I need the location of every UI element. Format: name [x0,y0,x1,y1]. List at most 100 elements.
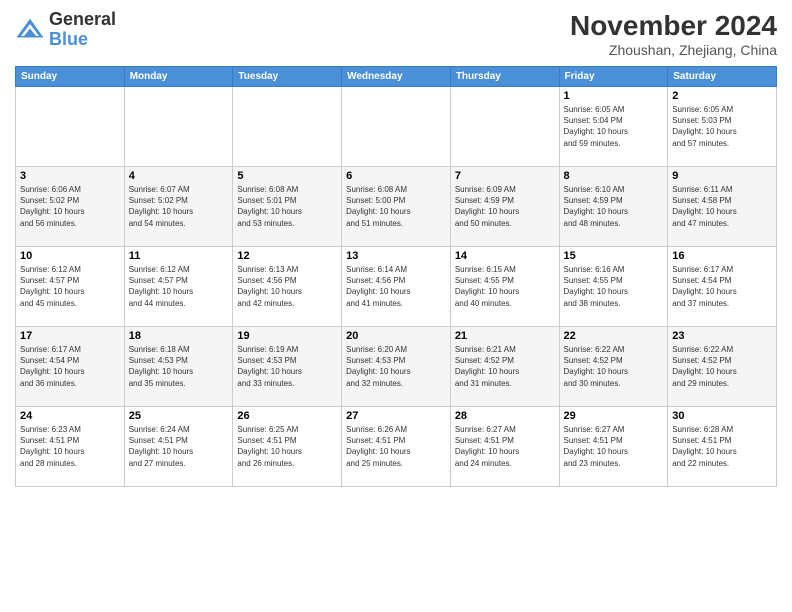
day-info: Sunrise: 6:26 AM Sunset: 4:51 PM Dayligh… [346,424,446,469]
day-number: 24 [20,410,120,422]
day-info: Sunrise: 6:17 AM Sunset: 4:54 PM Dayligh… [20,344,120,389]
day-number: 7 [455,170,555,182]
calendar-day-cell: 9 Sunrise: 6:11 AM Sunset: 4:58 PM Daylig… [668,167,777,247]
calendar-day-cell: 21Sunrise: 6:21 AM Sunset: 4:52 PM Dayli… [450,327,559,407]
day-number: 8 [564,170,664,182]
day-info: Sunrise: 6:18 AM Sunset: 4:53 PM Dayligh… [129,344,229,389]
day-number: 2 [672,90,772,102]
day-number: 10 [20,250,120,262]
calendar-day-cell: 20Sunrise: 6:20 AM Sunset: 4:53 PM Dayli… [342,327,451,407]
calendar-day-cell: 11 Sunrise: 6:12 AM Sunset: 4:57 PM Dayli… [124,247,233,327]
day-info: Sunrise: 6:22 AM Sunset: 4:52 PM Dayligh… [564,344,664,389]
weekday-header: Thursday [450,67,559,87]
calendar-week-row: 1 Sunrise: 6:05 AM Sunset: 5:04 PM Daylig… [16,87,777,167]
day-info: Sunrise: 6:17 AM Sunset: 4:54 PM Dayligh… [672,264,772,309]
day-number: 6 [346,170,446,182]
day-number: 27 [346,410,446,422]
day-info: Sunrise: 6:13 AM Sunset: 4:56 PM Dayligh… [237,264,337,309]
calendar-day-cell: 29Sunrise: 6:27 AM Sunset: 4:51 PM Dayli… [559,407,668,487]
day-number: 4 [129,170,229,182]
calendar-day-cell: 28 Sunrise: 6:27 AM Sunset: 4:51 PM Dayli… [450,407,559,487]
calendar-day-cell: 19 Sunrise: 6:19 AM Sunset: 4:53 PM Dayli… [233,327,342,407]
calendar-day-cell: 25 Sunrise: 6:24 AM Sunset: 4:51 PM Dayli… [124,407,233,487]
day-number: 15 [564,250,664,262]
weekday-header: Tuesday [233,67,342,87]
calendar-day-cell: 4 Sunrise: 6:07 AM Sunset: 5:02 PM Daylig… [124,167,233,247]
day-number: 5 [237,170,337,182]
calendar-day-cell [342,87,451,167]
day-info: Sunrise: 6:05 AM Sunset: 5:04 PM Dayligh… [564,104,664,149]
calendar-day-cell: 6 Sunrise: 6:08 AM Sunset: 5:00 PM Daylig… [342,167,451,247]
day-info: Sunrise: 6:12 AM Sunset: 4:57 PM Dayligh… [129,264,229,309]
day-info: Sunrise: 6:07 AM Sunset: 5:02 PM Dayligh… [129,184,229,229]
day-info: Sunrise: 6:12 AM Sunset: 4:57 PM Dayligh… [20,264,120,309]
day-info: Sunrise: 6:08 AM Sunset: 5:00 PM Dayligh… [346,184,446,229]
day-number: 30 [672,410,772,422]
day-info: Sunrise: 6:09 AM Sunset: 4:59 PM Dayligh… [455,184,555,229]
calendar-week-row: 3 Sunrise: 6:06 AM Sunset: 5:02 PM Daylig… [16,167,777,247]
day-info: Sunrise: 6:21 AM Sunset: 4:52 PM Dayligh… [455,344,555,389]
logo-blue: Blue [49,30,116,50]
logo-icon [15,15,45,45]
day-number: 25 [129,410,229,422]
calendar-day-cell: 23 Sunrise: 6:22 AM Sunset: 4:52 PM Dayli… [668,327,777,407]
weekday-header: Saturday [668,67,777,87]
location: Zhoushan, Zhejiang, China [570,42,777,58]
day-info: Sunrise: 6:06 AM Sunset: 5:02 PM Dayligh… [20,184,120,229]
calendar-day-cell: 10 Sunrise: 6:12 AM Sunset: 4:57 PM Dayli… [16,247,125,327]
calendar: SundayMondayTuesdayWednesdayThursdayFrid… [15,66,777,487]
main-container: General Blue November 2024 Zhoushan, Zhe… [0,0,792,612]
weekday-header: Friday [559,67,668,87]
day-number: 23 [672,330,772,342]
day-number: 18 [129,330,229,342]
day-number: 9 [672,170,772,182]
calendar-day-cell [233,87,342,167]
day-info: Sunrise: 6:27 AM Sunset: 4:51 PM Dayligh… [455,424,555,469]
day-info: Sunrise: 6:11 AM Sunset: 4:58 PM Dayligh… [672,184,772,229]
day-info: Sunrise: 6:14 AM Sunset: 4:56 PM Dayligh… [346,264,446,309]
calendar-day-cell: 26Sunrise: 6:25 AM Sunset: 4:51 PM Dayli… [233,407,342,487]
calendar-day-cell: 5Sunrise: 6:08 AM Sunset: 5:01 PM Daylig… [233,167,342,247]
calendar-day-cell: 8 Sunrise: 6:10 AM Sunset: 4:59 PM Daylig… [559,167,668,247]
day-number: 11 [129,250,229,262]
day-number: 16 [672,250,772,262]
day-number: 19 [237,330,337,342]
day-number: 22 [564,330,664,342]
calendar-day-cell: 12 Sunrise: 6:13 AM Sunset: 4:56 PM Dayli… [233,247,342,327]
weekday-header: Monday [124,67,233,87]
calendar-day-cell [16,87,125,167]
calendar-day-cell: 1 Sunrise: 6:05 AM Sunset: 5:04 PM Daylig… [559,87,668,167]
logo-text: General Blue [49,10,116,50]
weekday-header: Wednesday [342,67,451,87]
calendar-day-cell: 7 Sunrise: 6:09 AM Sunset: 4:59 PM Daylig… [450,167,559,247]
day-info: Sunrise: 6:23 AM Sunset: 4:51 PM Dayligh… [20,424,120,469]
day-number: 28 [455,410,555,422]
calendar-day-cell: 16 Sunrise: 6:17 AM Sunset: 4:54 PM Dayli… [668,247,777,327]
day-info: Sunrise: 6:16 AM Sunset: 4:55 PM Dayligh… [564,264,664,309]
day-number: 13 [346,250,446,262]
day-info: Sunrise: 6:27 AM Sunset: 4:51 PM Dayligh… [564,424,664,469]
calendar-day-cell: 2 Sunrise: 6:05 AM Sunset: 5:03 PM Daylig… [668,87,777,167]
day-info: Sunrise: 6:20 AM Sunset: 4:53 PM Dayligh… [346,344,446,389]
calendar-day-cell: 22 Sunrise: 6:22 AM Sunset: 4:52 PM Dayli… [559,327,668,407]
day-number: 12 [237,250,337,262]
day-info: Sunrise: 6:22 AM Sunset: 4:52 PM Dayligh… [672,344,772,389]
title-block: November 2024 Zhoushan, Zhejiang, China [570,10,777,58]
header: General Blue November 2024 Zhoushan, Zhe… [15,10,777,58]
day-info: Sunrise: 6:24 AM Sunset: 4:51 PM Dayligh… [129,424,229,469]
calendar-day-cell [124,87,233,167]
day-info: Sunrise: 6:19 AM Sunset: 4:53 PM Dayligh… [237,344,337,389]
day-info: Sunrise: 6:10 AM Sunset: 4:59 PM Dayligh… [564,184,664,229]
day-number: 3 [20,170,120,182]
calendar-day-cell: 30Sunrise: 6:28 AM Sunset: 4:51 PM Dayli… [668,407,777,487]
day-number: 1 [564,90,664,102]
calendar-header-row: SundayMondayTuesdayWednesdayThursdayFrid… [16,67,777,87]
calendar-week-row: 10 Sunrise: 6:12 AM Sunset: 4:57 PM Dayli… [16,247,777,327]
calendar-day-cell: 18 Sunrise: 6:18 AM Sunset: 4:53 PM Dayli… [124,327,233,407]
day-info: Sunrise: 6:05 AM Sunset: 5:03 PM Dayligh… [672,104,772,149]
day-info: Sunrise: 6:25 AM Sunset: 4:51 PM Dayligh… [237,424,337,469]
calendar-week-row: 17Sunrise: 6:17 AM Sunset: 4:54 PM Dayli… [16,327,777,407]
day-info: Sunrise: 6:15 AM Sunset: 4:55 PM Dayligh… [455,264,555,309]
calendar-week-row: 24 Sunrise: 6:23 AM Sunset: 4:51 PM Dayli… [16,407,777,487]
day-number: 14 [455,250,555,262]
